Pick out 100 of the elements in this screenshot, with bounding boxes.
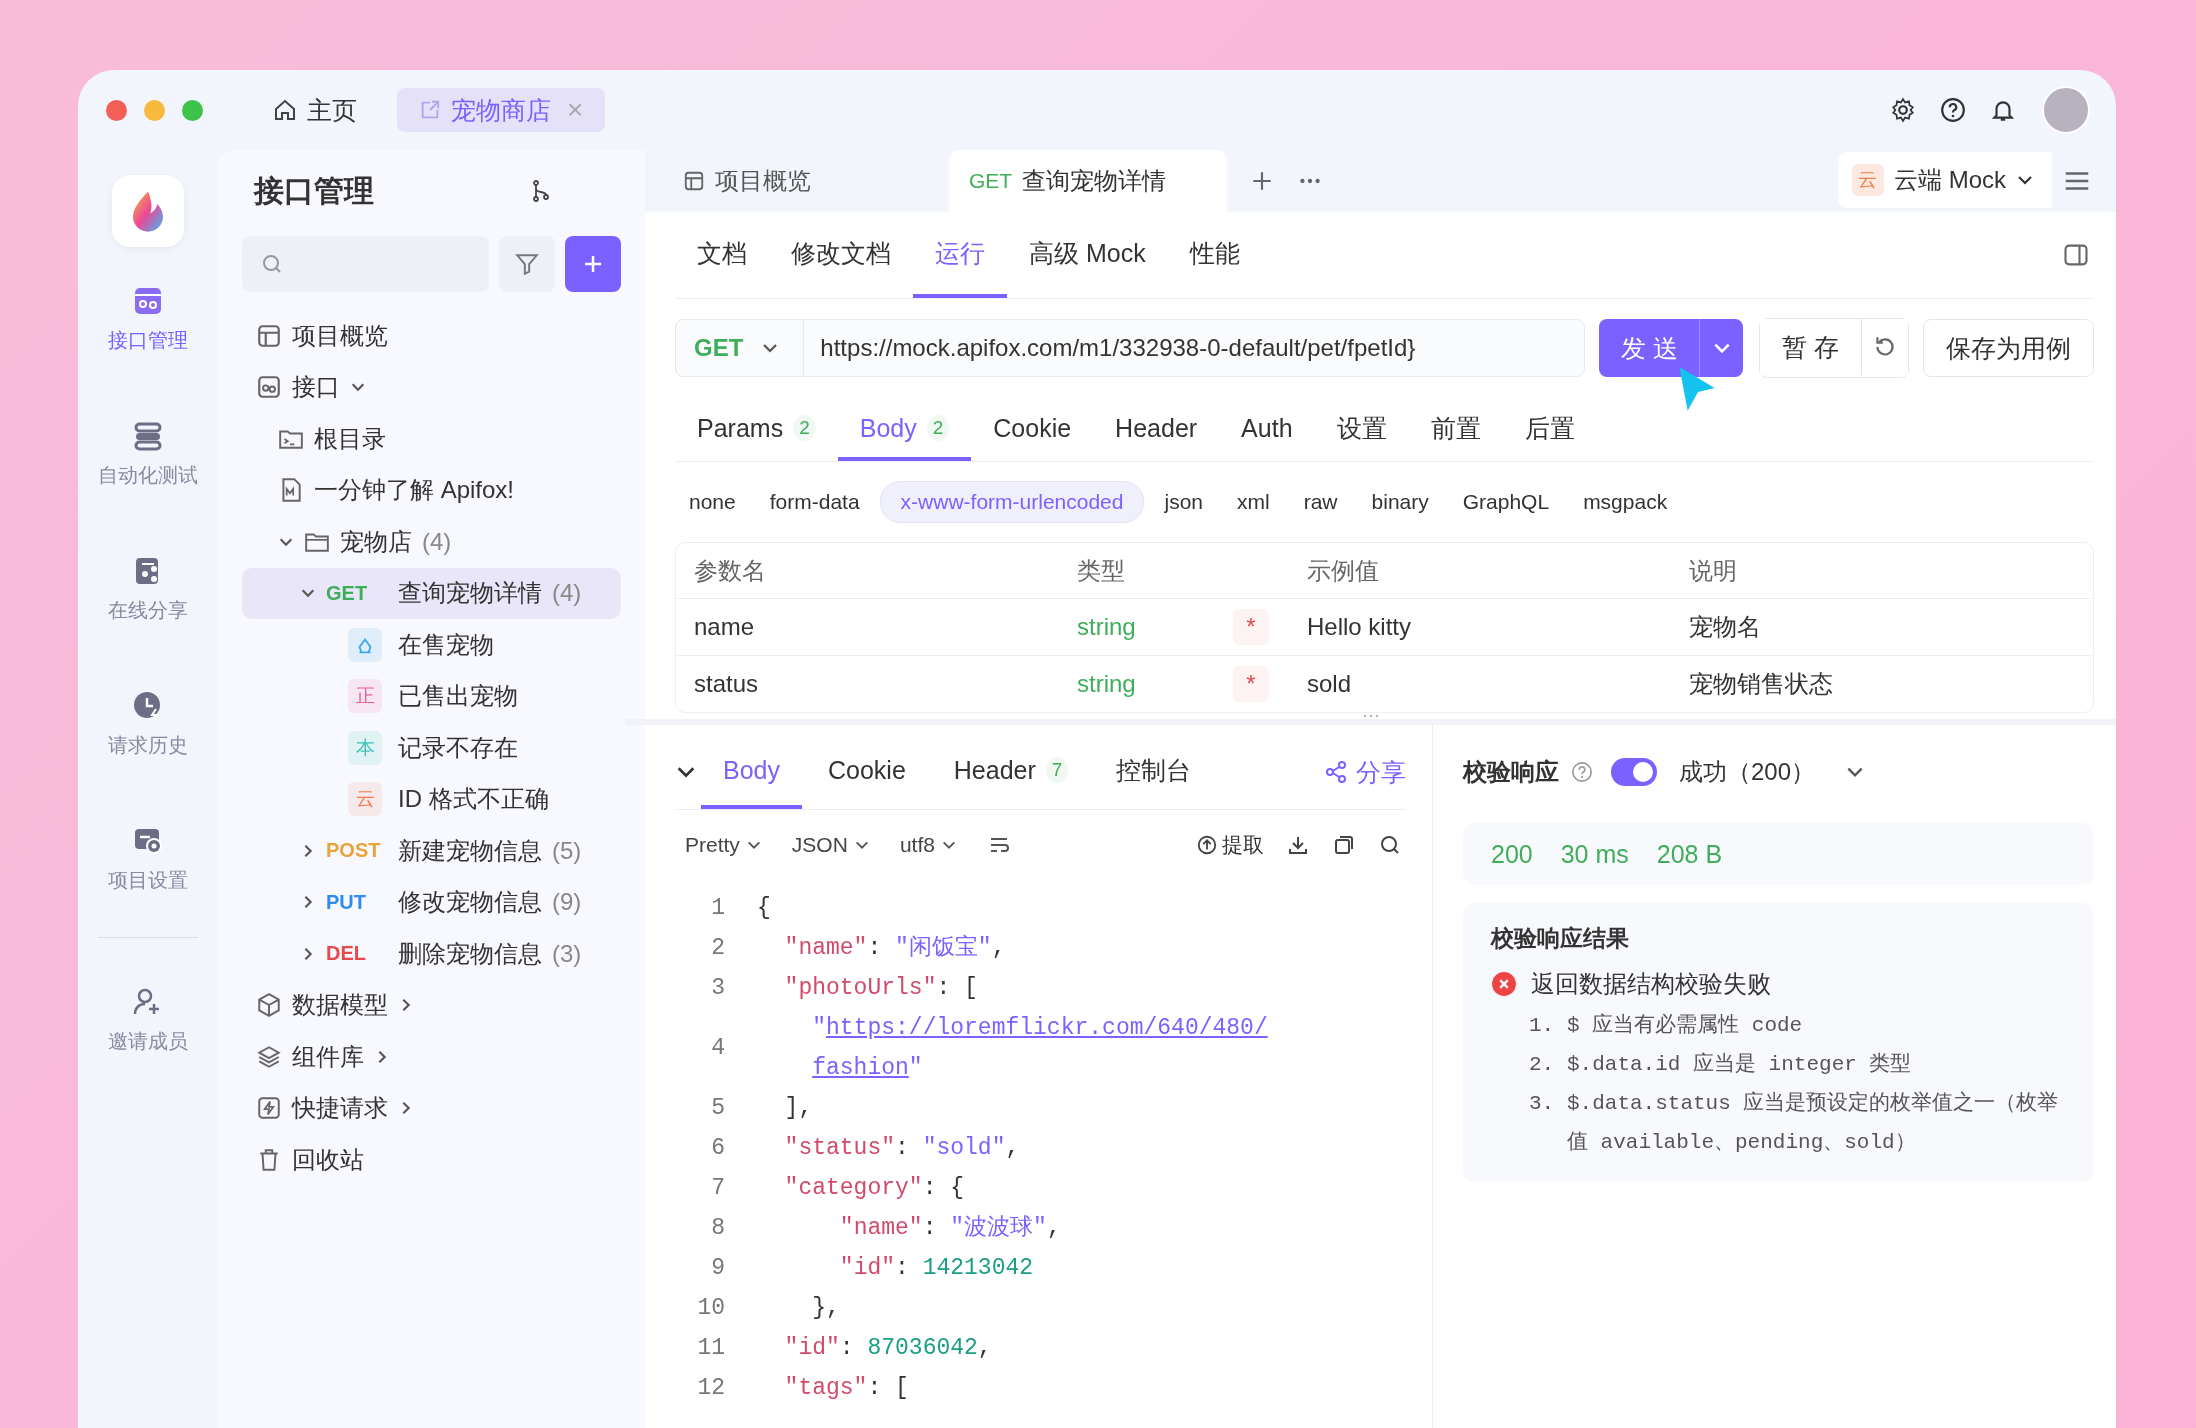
code-line: "status": "sold", — [783, 1134, 1021, 1163]
tree-label: 一分钟了解 Apifox! — [314, 475, 515, 506]
table-cell-text: 宠物名 — [1688, 612, 1761, 642]
request-tab[interactable]: Cookie — [971, 399, 1094, 461]
close-window-button[interactable] — [106, 99, 127, 121]
tree-item[interactable]: 正 已售出宠物 — [242, 670, 621, 722]
request-tab[interactable]: Header — [1093, 399, 1220, 461]
help-icon[interactable] — [1940, 97, 1966, 123]
request-tab[interactable]: 后置 — [1502, 399, 1597, 461]
send-options-button[interactable] — [1699, 319, 1744, 377]
tree-item[interactable]: 根目录 — [242, 413, 621, 465]
request-tab[interactable]: Params 2 — [675, 399, 838, 461]
request-tab[interactable]: 前置 — [1408, 399, 1503, 461]
line-number: 2 — [710, 935, 725, 961]
share-link[interactable]: 分享 — [1324, 755, 1406, 789]
tree-item[interactable]: 宠物店 (4) — [242, 516, 621, 568]
resize-handle-icon[interactable] — [1361, 713, 1380, 719]
column-header: 说明 — [1688, 555, 1737, 586]
tree-label: 回收站 — [292, 1144, 364, 1175]
reset-button[interactable] — [1861, 319, 1908, 375]
error-message: 返回数据结构校验失败 — [1531, 969, 1771, 999]
tree-item[interactable]: 本 记录不存在 — [242, 722, 621, 774]
mode-tab[interactable]: 文档 — [675, 212, 769, 298]
item-count: (9) — [552, 888, 582, 917]
mode-tab[interactable]: 运行 — [913, 212, 1007, 298]
body-type-option[interactable]: msgpack — [1569, 482, 1682, 522]
tree-item[interactable]: PUT 修改宠物信息 (9) — [242, 876, 621, 928]
issue-number: 2. — [1529, 1052, 1556, 1078]
tree-item[interactable]: 接口 — [242, 361, 621, 413]
tree-item[interactable]: 快捷请求 — [242, 1082, 621, 1134]
format-dropdown[interactable]: Pretty — [685, 833, 762, 857]
tree-item[interactable]: 项目概览 — [242, 310, 621, 362]
response-tab[interactable]: Header 7 — [931, 735, 1091, 809]
response-tab[interactable]: Cookie — [806, 735, 928, 809]
issue-number: 1. — [1529, 1013, 1556, 1039]
add-button[interactable] — [565, 236, 621, 292]
search-field[interactable] — [242, 236, 489, 292]
layout-icon — [256, 322, 282, 349]
tree-label: 新建宠物信息 — [398, 835, 542, 866]
body-type-option[interactable]: x-www-form-urlencoded — [879, 481, 1145, 523]
tree-label: 已售出宠物 — [398, 681, 518, 712]
nav-item[interactable]: 接口管理 — [108, 277, 188, 412]
method-label: PUT — [326, 890, 367, 914]
tree-item[interactable]: 组件库 — [242, 1031, 621, 1083]
filter-button[interactable] — [499, 236, 555, 292]
environment-selector[interactable]: 云 云端 Mock — [1838, 151, 2052, 208]
request-tab[interactable]: Body 2 — [837, 399, 972, 461]
format-dropdown[interactable]: JSON — [791, 833, 870, 857]
line-number: 12 — [696, 1375, 725, 1401]
tree-label: 宠物店 — [340, 526, 412, 557]
tree-item[interactable]: DEL 删除宠物信息 (3) — [242, 928, 621, 980]
format-dropdown[interactable]: utf8 — [899, 833, 957, 857]
tree-label: 快捷请求 — [292, 1093, 388, 1124]
response-tab[interactable]: 控制台 — [1094, 735, 1214, 809]
body-type-option[interactable]: binary — [1357, 482, 1443, 522]
cube-icon — [256, 992, 282, 1019]
tree-label: 记录不存在 — [398, 732, 518, 763]
copy-icon[interactable] — [1332, 833, 1356, 857]
body-type-option[interactable]: xml — [1223, 482, 1284, 522]
tree-item[interactable]: 回收站 — [242, 1134, 621, 1186]
tree-label: 项目概览 — [292, 320, 388, 351]
send-button[interactable]: 发 送 — [1599, 319, 1700, 377]
line-number: 7 — [710, 1175, 725, 1201]
tree-item[interactable]: 一分钟了解 Apifox! — [242, 464, 621, 516]
document-tab[interactable]: GET 查询宠物详情 — [949, 150, 1227, 212]
settings-icon[interactable] — [1890, 97, 1916, 123]
code-line: "tags": [ — [783, 1374, 910, 1403]
status-dropdown[interactable]: 成功（200） — [1679, 756, 1866, 788]
body-type-option[interactable]: json — [1150, 482, 1217, 522]
validation-label: 校验响应 — [1463, 757, 1559, 787]
issue-text: $ 应当有必需属性 code — [1567, 1012, 1804, 1039]
body-type-option[interactable]: form-data — [755, 482, 874, 522]
method-label: POST — [326, 839, 382, 863]
extract-button[interactable]: 提取 — [1196, 831, 1264, 859]
document-tab[interactable]: 项目概览 — [663, 150, 949, 212]
body-type-option[interactable]: none — [675, 482, 750, 522]
request-tab[interactable]: Auth — [1219, 399, 1315, 461]
tree-item[interactable]: 在售宠物 — [242, 619, 621, 671]
tree-item[interactable]: GET 查询宠物详情 (4) — [242, 567, 621, 619]
body-type-option[interactable]: GraphQL — [1448, 482, 1564, 522]
response-metric: 30 ms — [1560, 839, 1629, 869]
save-as-case-button[interactable]: 保存为用例 — [1923, 319, 2094, 377]
validation-toggle[interactable] — [1611, 758, 1657, 786]
api-icon — [132, 285, 164, 317]
tree-item[interactable]: POST 新建宠物信息 (5) — [242, 825, 621, 877]
request-tab[interactable]: 设置 — [1314, 399, 1409, 461]
mode-tab[interactable]: 高级 Mock — [1007, 212, 1168, 298]
result-title: 校验响应结果 — [1491, 924, 1630, 953]
tree-item[interactable]: 数据模型 — [242, 979, 621, 1031]
mode-tab[interactable]: 性能 — [1167, 212, 1262, 298]
tree-label: 修改宠物信息 — [398, 887, 542, 918]
title-tab[interactable]: 主页 — [251, 88, 379, 132]
table-cell-text: 宠物销售状态 — [1688, 669, 1833, 699]
mode-tab[interactable]: 修改文档 — [769, 212, 913, 298]
response-tab[interactable]: Body — [701, 735, 802, 809]
table-cell-text: name — [693, 613, 756, 641]
code-line: "name": "波波球", — [838, 1214, 1062, 1243]
body-type-option[interactable]: raw — [1289, 482, 1352, 522]
tree-item[interactable]: 云 ID 格式不正确 — [242, 773, 621, 825]
count-badge: 2 — [926, 415, 950, 441]
